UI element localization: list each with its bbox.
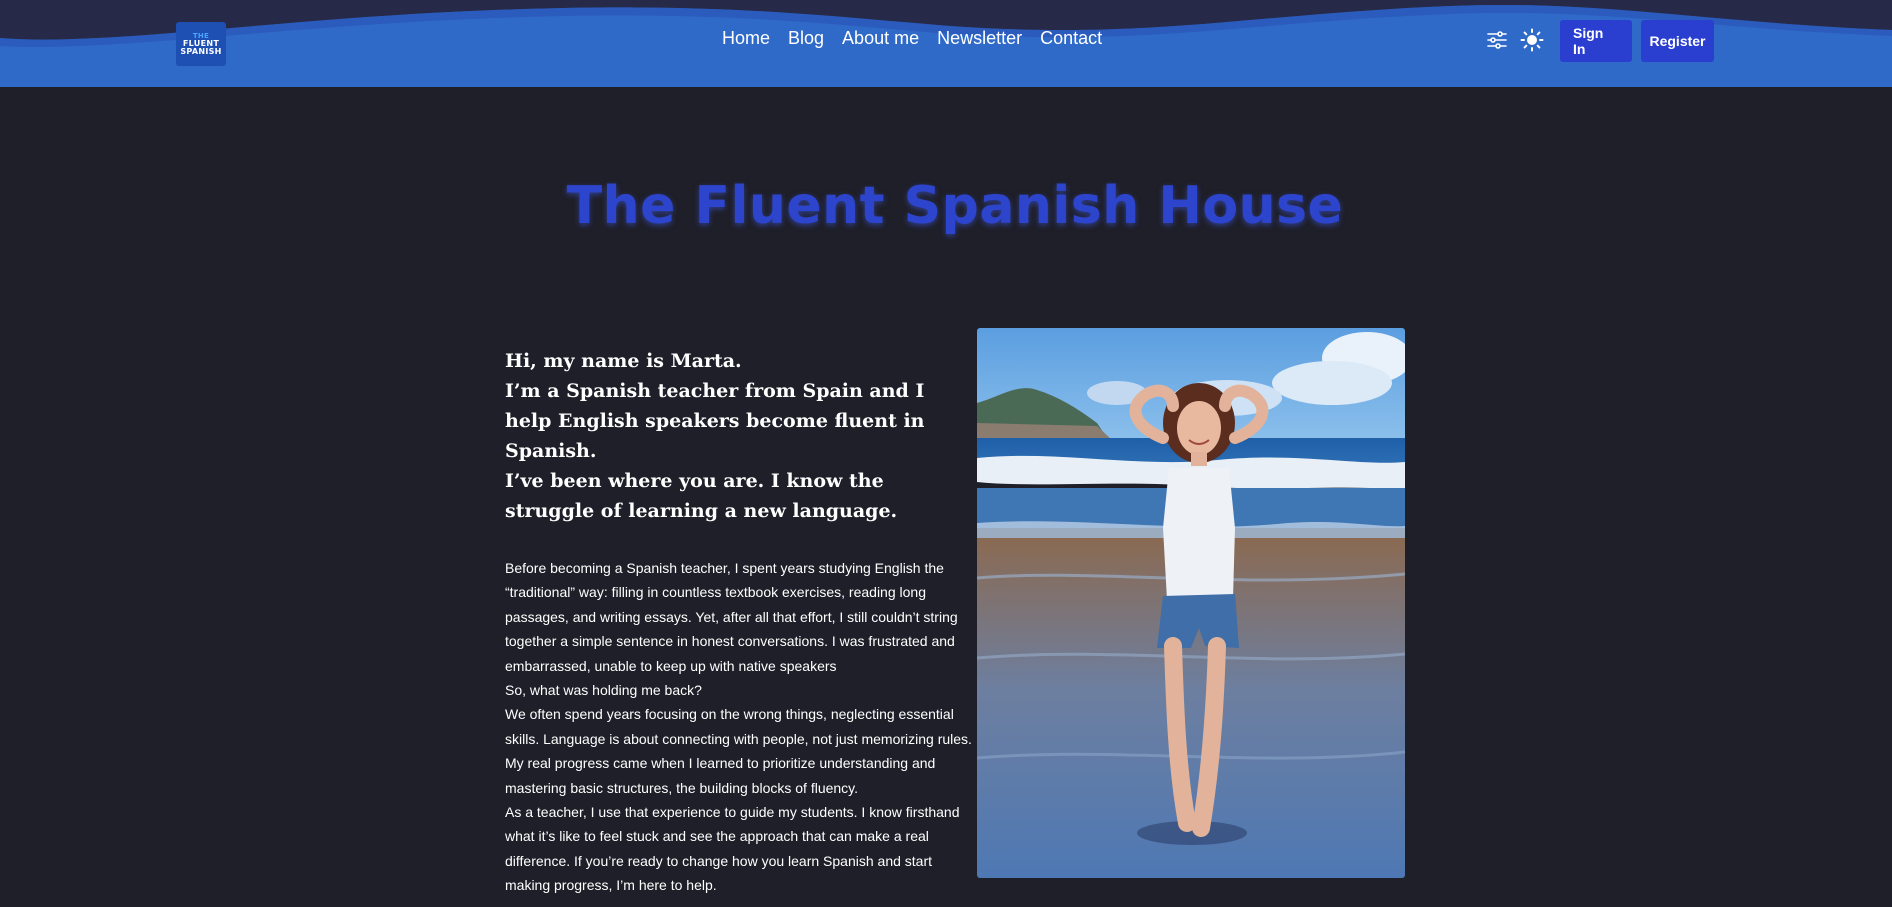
logo-text-spanish: SPANISH [180, 46, 222, 56]
register-button[interactable]: Register [1641, 20, 1714, 62]
intro-heading-line: Hi, my name is Marta. [505, 350, 742, 372]
intro-section: Hi, my name is Marta. I’m a Spanish teac… [505, 346, 975, 898]
marta-photo [977, 328, 1405, 878]
intro-heading: Hi, my name is Marta. I’m a Spanish teac… [505, 346, 975, 526]
site-logo[interactable]: THE FLUENT SPANISH [176, 22, 226, 66]
main-nav: Home Blog About me Newsletter Contact [722, 28, 1102, 49]
page-title: The Fluent Spanish House [566, 176, 1344, 236]
nav-contact[interactable]: Contact [1040, 28, 1102, 49]
intro-heading-line: I’ve been where you are. I know the stru… [505, 470, 898, 522]
sliders-icon[interactable] [1485, 28, 1509, 52]
beach-photo-illustration [977, 328, 1405, 878]
sun-icon[interactable] [1520, 28, 1544, 52]
intro-paragraph: As a teacher, I use that experience to g… [505, 804, 960, 894]
intro-heading-line: I’m a Spanish teacher from Spain and I h… [505, 380, 925, 462]
site-header: THE FLUENT SPANISH Home Blog About me Ne… [0, 0, 1892, 87]
nav-home[interactable]: Home [722, 28, 770, 49]
sign-in-button[interactable]: Sign In [1560, 20, 1632, 62]
intro-body: Before becoming a Spanish teacher, I spe… [505, 556, 975, 898]
nav-newsletter[interactable]: Newsletter [937, 28, 1022, 49]
intro-paragraph: So, what was holding me back? [505, 682, 702, 699]
nav-about-me[interactable]: About me [842, 28, 919, 49]
intro-paragraph: We often spend years focusing on the wro… [505, 706, 972, 796]
intro-paragraph: Before becoming a Spanish teacher, I spe… [505, 560, 958, 674]
nav-blog[interactable]: Blog [788, 28, 824, 49]
